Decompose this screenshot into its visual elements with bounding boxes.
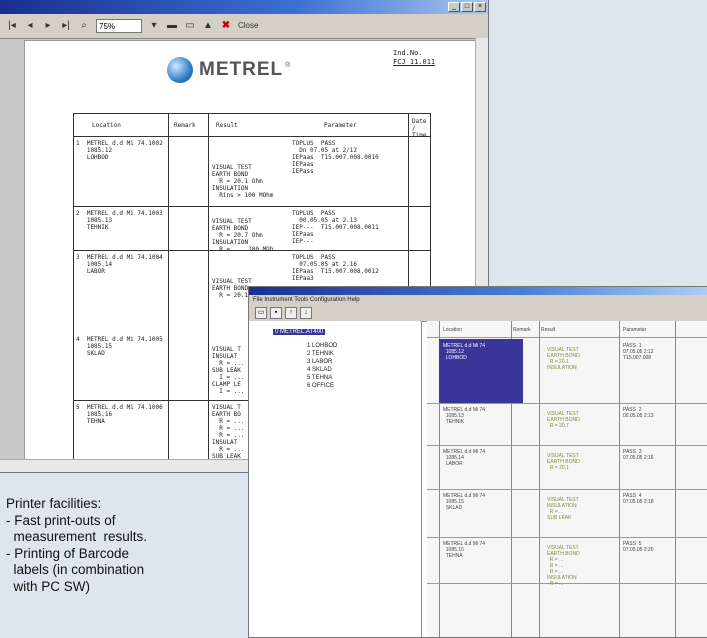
maximize-button[interactable]: □ — [461, 2, 473, 12]
tree-item[interactable]: 3 LABOR — [307, 359, 332, 365]
row1-parameter: TOPLUS PASS Dn 07.05 at 2/12 IEPaas T15.… — [292, 140, 379, 175]
col-remark: Remark — [174, 122, 196, 129]
results-pane: Location Remark Result Parameter METREL … — [427, 321, 707, 637]
doc-id-value: FCJ 11.011 — [393, 58, 436, 66]
caption-line: labels (in combination — [6, 562, 145, 577]
menu-bar[interactable]: File Instrument Tools Configuration Help — [249, 295, 707, 305]
row5-location: 5 METREL d.d Mi 74.1006 1085.16 TEHNA — [76, 404, 163, 425]
row5-result: VISUAL T EARTH BO R = ... R = ... R = ..… — [212, 404, 245, 467]
tree-item[interactable]: 6 OFFICE — [307, 383, 334, 389]
row1-result: VISUAL TEST EARTH BOND R = 20.1 Ohm INSU… — [212, 164, 274, 199]
caption-line: measurement results. — [6, 529, 148, 544]
tree-view[interactable]: 0 METREL.AT400 1 LOHBOD 2 TEHNIK 3 LABOR… — [249, 321, 422, 637]
open-icon[interactable]: ▭ — [255, 307, 267, 319]
caption-line: - Fast print-outs of — [6, 512, 116, 528]
row2-result: VISUAL TEST EARTH BOND R = 20.7 Ohm INSU… — [212, 218, 274, 253]
report-header: Location Remark Result Parameter Date / … — [74, 114, 430, 139]
row2-location: 2 METREL d.d Mi 74.1003 1085.13 TEHNIK — [76, 210, 163, 231]
pc-software-titlebar — [249, 287, 707, 295]
row3-parameter: TOPLUS PASS 07.05.05 at 2.16 IEPaas T15.… — [292, 254, 379, 282]
minimize-button[interactable]: _ — [448, 2, 460, 12]
close-window-button[interactable]: × — [474, 2, 486, 12]
row3-location: 3 METREL d.d Mi 74.1004 1085.14 LABOR — [76, 254, 163, 275]
pane-col-remark: Remark — [513, 327, 531, 333]
zoom-dropdown-icon[interactable]: ▾ — [148, 19, 160, 33]
first-page-icon[interactable]: |◂ — [6, 19, 18, 33]
pane-col-location: Location — [443, 327, 462, 333]
pane-col-parameter: Parameter — [623, 327, 647, 333]
window-controls: _ □ × — [448, 2, 486, 12]
print-icon[interactable]: ▬ — [166, 19, 178, 33]
col-result: Result — [216, 122, 238, 129]
close-label[interactable]: Close — [238, 19, 258, 33]
row4-result: VISUAL T INSULAT R = ... SUB LEAK I = ..… — [212, 346, 245, 395]
zoom-select[interactable]: 75% — [96, 19, 142, 33]
row1-location: 1 METREL d.d Mi 74.1002 1085.12 LOHBOD — [76, 140, 163, 161]
next-page-icon[interactable]: ▸ — [42, 19, 54, 33]
row4-location: 4 METREL d.d Mi 74.1005 1085.15 SKLAD — [76, 336, 163, 357]
pane-col-result: Result — [541, 327, 556, 333]
download-icon[interactable]: ↓ — [300, 307, 312, 319]
col-parameter: Parameter — [324, 122, 357, 129]
page-setup-icon[interactable]: ▭ — [184, 19, 196, 33]
printer-facilities-caption: Printer facilities: - Fast print-outs of… — [6, 496, 246, 595]
upload-icon[interactable]: ↑ — [285, 307, 297, 319]
pc-toolbar: ▭ ▪ ↑ ↓ — [249, 305, 707, 322]
col-location: Location — [92, 122, 121, 129]
tree-item[interactable]: 5 TEHNA — [307, 375, 332, 381]
export-icon[interactable]: ▲ — [202, 19, 214, 33]
tree-item[interactable]: 4 SKLAD — [307, 367, 332, 373]
logo-text: METREL — [199, 59, 284, 80]
tree-root-node[interactable]: 0 METREL.AT400 — [273, 329, 326, 335]
print-toolbar: |◂ ◂ ▸ ▸| ⌕ 75% ▾ ▬ ▭ ▲ ✖ Close — [0, 14, 488, 39]
doc-id-label: Ind.No. — [393, 49, 423, 57]
logo-globe-icon — [167, 57, 193, 83]
prev-page-icon[interactable]: ◂ — [24, 19, 36, 33]
caption-title: Printer facilities: — [6, 496, 102, 511]
tree-item[interactable]: 1 LOHBOD — [307, 343, 337, 349]
metrel-logo: METREL ® — [167, 57, 290, 83]
pc-software-window: File Instrument Tools Configuration Help… — [248, 286, 707, 638]
row2-parameter: TOPLUS PASS 00.05.05 at 2.13 IEP--- T15.… — [292, 210, 379, 245]
close-icon[interactable]: ✖ — [220, 19, 232, 33]
save-icon[interactable]: ▪ — [270, 307, 282, 319]
zoom-icon[interactable]: ⌕ — [78, 19, 90, 33]
tree-item[interactable]: 2 TEHNIK — [307, 351, 334, 357]
document-id: Ind.No. FCJ 11.011 — [393, 49, 435, 67]
print-preview-titlebar: _ □ × — [0, 0, 488, 14]
caption-line: with PC SW) — [6, 578, 91, 594]
caption-line: - Printing of Barcode — [6, 545, 130, 561]
last-page-icon[interactable]: ▸| — [60, 19, 72, 33]
col-datetime: Date / Time — [412, 118, 427, 139]
